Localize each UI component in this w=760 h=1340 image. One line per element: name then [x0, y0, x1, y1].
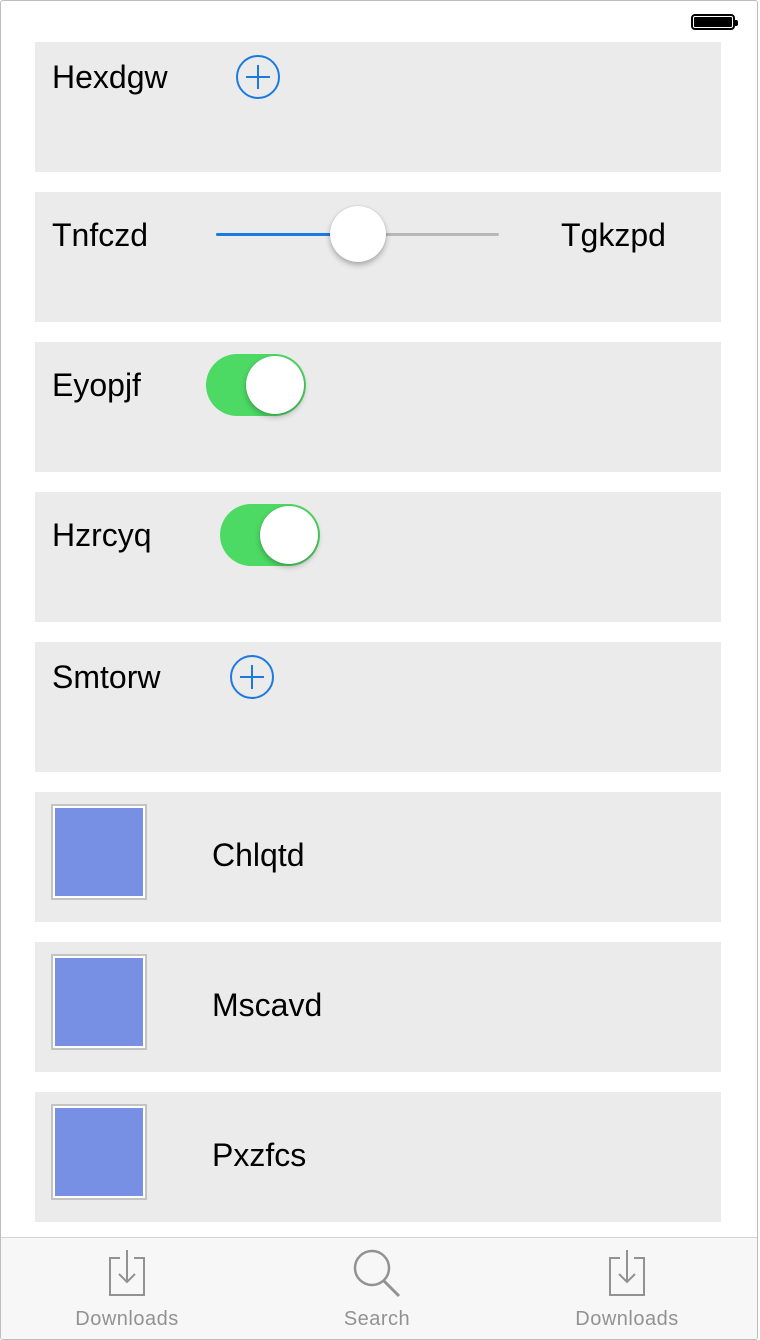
- cell-label: Mscavd: [212, 987, 323, 1023]
- download-icon: [607, 1248, 647, 1303]
- download-icon: [107, 1248, 147, 1303]
- status-bar: [1, 1, 757, 41]
- cell-smtorw: Smtorw: [35, 642, 721, 772]
- toggle-knob: [260, 506, 318, 564]
- cell-hzrcyq: Hzrcyq: [35, 492, 721, 622]
- tab-label: Downloads: [75, 1308, 179, 1330]
- image-placeholder: [51, 1104, 147, 1200]
- cell-pxzfcs[interactable]: Pxzfcs: [35, 1092, 721, 1222]
- add-circle-icon[interactable]: [236, 55, 280, 99]
- tab-label: Search: [343, 1308, 411, 1330]
- toggle-switch[interactable]: [206, 354, 306, 416]
- add-circle-icon[interactable]: [230, 655, 274, 699]
- tab-bar: Downloads Search Downloads: [1, 1237, 757, 1339]
- slider-thumb[interactable]: [329, 206, 386, 262]
- cell-hexdgw: Hexdgw: [35, 42, 721, 172]
- cell-label: Pxzfcs: [212, 1137, 307, 1173]
- image-placeholder: [51, 804, 147, 900]
- cell-chlqtd[interactable]: Chlqtd: [35, 792, 721, 922]
- cell-eyopjf: Eyopjf: [35, 342, 721, 472]
- cell-mscavd[interactable]: Mscavd: [35, 942, 721, 1072]
- toggle-knob: [246, 356, 304, 414]
- image-placeholder: [51, 954, 147, 1050]
- toggle-switch[interactable]: [220, 504, 320, 566]
- cell-label: Eyopjf: [52, 367, 141, 403]
- cell-label: Smtorw: [52, 659, 161, 695]
- tab-search[interactable]: Search: [287, 1238, 467, 1339]
- cell-label: Hexdgw: [52, 59, 168, 95]
- tab-downloads[interactable]: Downloads: [537, 1238, 717, 1339]
- app-screen: Hexdgw Tnfczd Tgkzpd Eyopjf Hzrcyq Smtor…: [0, 0, 758, 1340]
- slider-min-label: Tnfczd: [52, 217, 149, 253]
- tab-downloads[interactable]: Downloads: [37, 1238, 217, 1339]
- search-icon: [351, 1248, 403, 1305]
- cell-label: Hzrcyq: [52, 517, 152, 553]
- tab-label: Downloads: [575, 1308, 679, 1330]
- slider-track[interactable]: [216, 206, 499, 262]
- cell-slider: Tnfczd Tgkzpd: [35, 192, 721, 322]
- slider-max-label: Tgkzpd: [561, 217, 666, 253]
- cell-label: Chlqtd: [212, 837, 305, 873]
- battery-full-icon: [691, 14, 738, 30]
